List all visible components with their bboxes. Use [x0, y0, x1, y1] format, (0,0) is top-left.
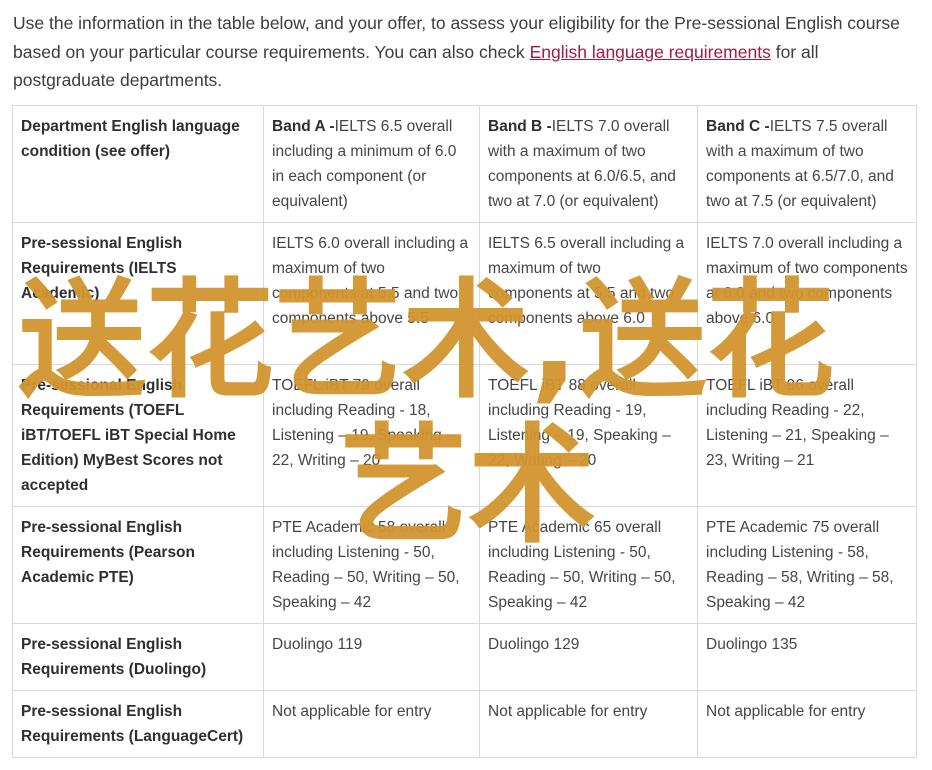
table-cell-band-b: Band B -IELTS 7.0 overall with a maximum…: [479, 105, 698, 223]
table-cell: Duolingo 129: [479, 623, 698, 691]
intro-paragraph: Use the information in the table below, …: [13, 9, 923, 95]
band-label: Band A -: [272, 118, 335, 135]
table-cell: Not applicable for entry: [697, 690, 917, 758]
band-label: Band B -: [488, 118, 552, 135]
english-language-requirements-link[interactable]: English language requirements: [530, 42, 771, 62]
table-row: Pre-sessional English Requirements (IELT…: [12, 222, 917, 365]
table-row: Pre-sessional English Requirements (Lang…: [12, 690, 917, 758]
table-row: Department English language condition (s…: [12, 105, 917, 223]
table-cell-band-c: Band C -IELTS 7.5 overall with a maximum…: [697, 105, 917, 223]
table-cell: PTE Academic 58 overall including Listen…: [263, 506, 480, 624]
table-cell: IELTS 7.0 overall including a maximum of…: [697, 222, 917, 365]
row-label: Pre-sessional English Requirements (Duol…: [12, 623, 264, 691]
table-cell: IELTS 6.0 overall including a maximum of…: [263, 222, 480, 365]
table-cell: Not applicable for entry: [263, 690, 480, 758]
table-row: Pre-sessional English Requirements (TOEF…: [12, 364, 917, 507]
row-label: Pre-sessional English Requirements (TOEF…: [12, 364, 264, 507]
table-cell: TOEFL iBT 96 overall including Reading -…: [697, 364, 917, 507]
table-cell: PTE Academic 75 overall including Listen…: [697, 506, 917, 624]
table-row: Pre-sessional English Requirements (Pear…: [12, 506, 917, 624]
band-label: Band C -: [706, 118, 770, 135]
table-cell: Duolingo 119: [263, 623, 480, 691]
row-label: Pre-sessional English Requirements (Lang…: [12, 690, 264, 758]
table-cell: TOEFL iBT 88 overall including Reading -…: [479, 364, 698, 507]
table-cell: TOEFL iBT 79 overall including Reading -…: [263, 364, 480, 507]
row-label: Pre-sessional English Requirements (IELT…: [12, 222, 264, 365]
table-cell: IELTS 6.5 overall including a maximum of…: [479, 222, 698, 365]
table-cell: Not applicable for entry: [479, 690, 698, 758]
table-cell-band-a: Band A -IELTS 6.5 overall including a mi…: [263, 105, 480, 223]
requirements-table: Department English language condition (s…: [12, 105, 917, 758]
table-cell: Duolingo 135: [697, 623, 917, 691]
row-label: Pre-sessional English Requirements (Pear…: [12, 506, 264, 624]
table-row: Pre-sessional English Requirements (Duol…: [12, 623, 917, 691]
table-cell: PTE Academic 65 overall including Listen…: [479, 506, 698, 624]
row-label: Department English language condition (s…: [12, 105, 264, 223]
